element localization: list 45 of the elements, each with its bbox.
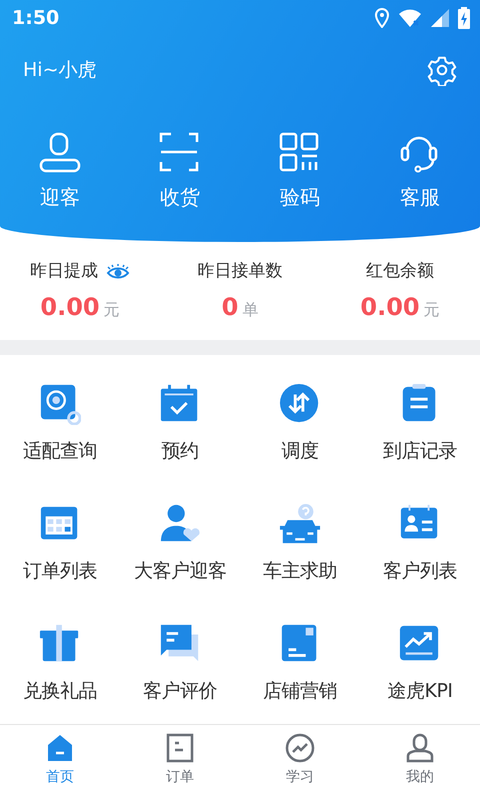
menu-item[interactable]: 预约 [120, 355, 240, 475]
menu-item[interactable]: 大客户迎客 [120, 475, 240, 595]
menu-item[interactable]: 到店记录 [360, 355, 480, 475]
stat-value: 0.00 [40, 292, 100, 322]
quick-action-button[interactable]: 验码 [240, 132, 360, 212]
scan-icon [159, 132, 201, 174]
nav-tab[interactable]: 首页 [0, 725, 120, 800]
stat-label: 红包余额 [366, 260, 434, 283]
swap-arrows-icon [279, 383, 321, 425]
status-time: 1:50 [12, 6, 60, 31]
menu-item[interactable]: 客户列表 [360, 475, 480, 595]
stat-value: 0.00 [360, 292, 420, 322]
menu-item[interactable]: 车主求助 [240, 475, 360, 595]
nav-tab[interactable]: 学习 [240, 725, 360, 800]
nav-tab[interactable]: 我的 [360, 725, 480, 800]
menu-item[interactable]: 途虎KPI [360, 595, 480, 715]
stat-label: 昨日提成 [30, 260, 98, 283]
stat-label: 昨日接单数 [198, 260, 282, 283]
location-icon [374, 8, 390, 28]
menu-item[interactable]: 客户评价 [120, 595, 240, 715]
greeting-text: Hi~小虎 [23, 58, 96, 83]
target-search-icon [39, 383, 81, 425]
signal-icon [430, 8, 450, 28]
unit-label: 单 [242, 298, 258, 320]
unit-label: 元 [104, 298, 120, 320]
menu-item[interactable]: 调度 [240, 355, 360, 475]
menu-item[interactable]: 店铺营销 [240, 595, 360, 715]
trend-circle-icon [285, 733, 315, 763]
qr-code-icon [279, 132, 321, 174]
car-question-icon [279, 503, 321, 545]
menu-item[interactable]: 订单列表 [0, 475, 120, 595]
quick-action-button[interactable]: 客服 [360, 132, 480, 212]
settings-icon[interactable] [426, 54, 458, 86]
battery-icon [458, 7, 470, 29]
nav-tab[interactable]: 订单 [120, 725, 240, 800]
stat-value: 0 [222, 292, 238, 322]
unit-label: 元 [424, 298, 440, 320]
menu-item[interactable]: 适配查询 [0, 355, 120, 475]
menu-item[interactable]: 兑换礼品 [0, 595, 120, 715]
home-icon [45, 733, 75, 763]
order-icon [165, 733, 195, 763]
profile-icon [405, 733, 435, 763]
person-icon [39, 132, 81, 174]
eye-icon[interactable] [106, 262, 130, 281]
wifi-icon [398, 8, 422, 28]
